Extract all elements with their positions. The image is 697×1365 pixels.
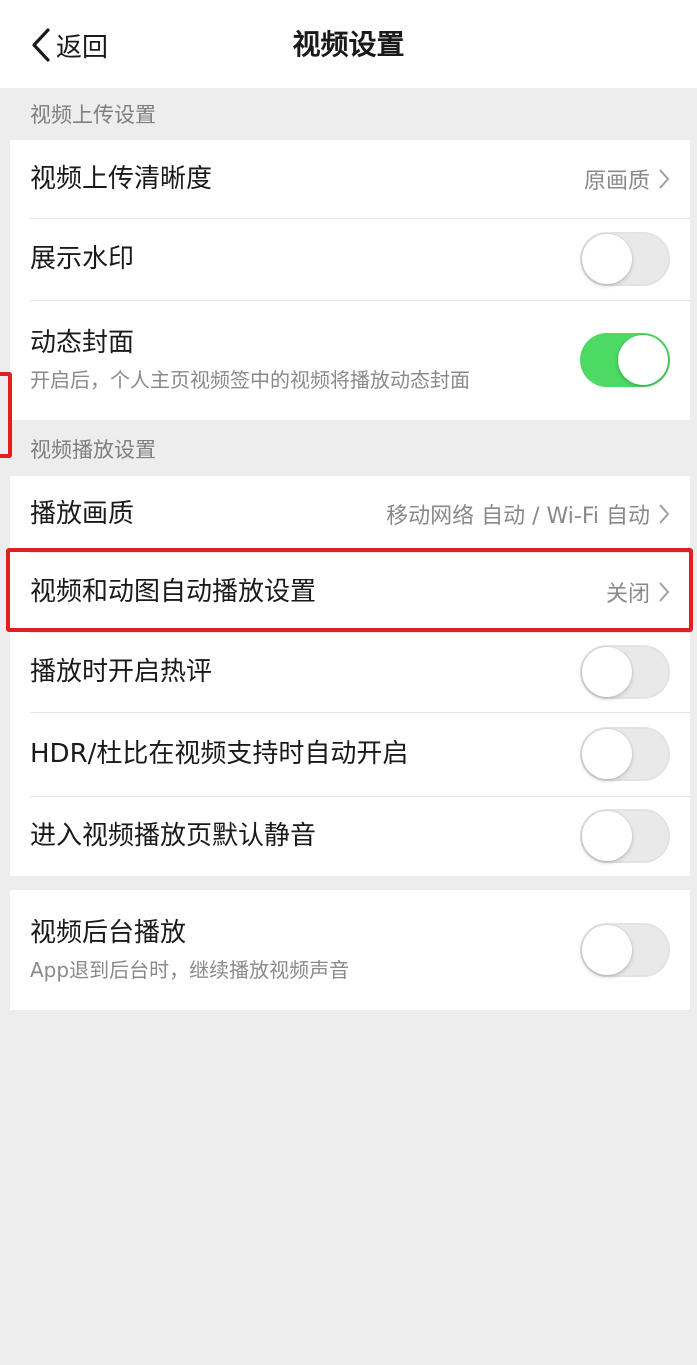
toggle-knob <box>618 335 668 385</box>
section-header-playback: 视频播放设置 <box>30 438 156 462</box>
toggle-knob <box>582 729 632 779</box>
watermark-label: 展示水印 <box>30 244 135 274</box>
hot-comments-label: 播放时开启热评 <box>30 657 213 687</box>
upload-settings-card: 视频上传清晰度 原画质 展示水印 动态封面 开启后，个人主页视频签中的视频将播放… <box>10 140 690 420</box>
background-play-toggle[interactable] <box>580 923 670 977</box>
chevron-right-icon <box>659 169 670 189</box>
autoplay-label: 视频和动图自动播放设置 <box>30 577 317 607</box>
background-play-row: 视频后台播放 App退到后台时，继续播放视频声音 <box>10 890 690 1010</box>
dynamic-cover-label: 动态封面 <box>30 328 135 358</box>
toggle-knob <box>582 647 632 697</box>
dynamic-cover-row: 动态封面 开启后，个人主页视频签中的视频将播放动态封面 <box>10 300 690 420</box>
upload-quality-value: 原画质 <box>584 163 670 195</box>
page-title: 视频设置 <box>292 28 405 61</box>
playback-settings-card: 播放画质 移动网络 自动 / Wi-Fi 自动 视频和动图自动播放设置 关闭 播… <box>10 476 690 876</box>
video-settings-page: 返回 视频设置 视频上传设置 视频上传清晰度 原画质 展示水印 动态封面 开启后… <box>0 0 697 1365</box>
section-header-upload: 视频上传设置 <box>30 103 156 127</box>
watermark-row: 展示水印 <box>10 218 690 300</box>
background-play-description: App退到后台时，继续播放视频声音 <box>30 958 350 982</box>
playback-quality-label: 播放画质 <box>30 499 135 529</box>
upload-quality-label: 视频上传清晰度 <box>30 164 213 194</box>
hdr-dolby-label: HDR/杜比在视频支持时自动开启 <box>30 739 409 769</box>
playback-quality-row[interactable]: 播放画质 移动网络 自动 / Wi-Fi 自动 <box>10 476 690 552</box>
hdr-dolby-row: HDR/杜比在视频支持时自动开启 <box>10 712 690 796</box>
watermark-toggle[interactable] <box>580 232 670 286</box>
toggle-knob <box>582 811 632 861</box>
hot-comments-row: 播放时开启热评 <box>10 632 690 712</box>
default-mute-toggle[interactable] <box>580 809 670 863</box>
dynamic-cover-description: 开启后，个人主页视频签中的视频将播放动态封面 <box>30 368 470 392</box>
chevron-right-icon <box>659 504 670 524</box>
hot-comments-toggle[interactable] <box>580 645 670 699</box>
default-mute-label: 进入视频播放页默认静音 <box>30 821 317 851</box>
autoplay-row[interactable]: 视频和动图自动播放设置 关闭 <box>10 552 690 632</box>
background-play-card: 视频后台播放 App退到后台时，继续播放视频声音 <box>10 890 690 1010</box>
playback-quality-value: 移动网络 自动 / Wi-Fi 自动 <box>386 498 670 530</box>
background-play-label: 视频后台播放 <box>30 918 187 948</box>
upload-quality-row[interactable]: 视频上传清晰度 原画质 <box>10 140 690 218</box>
dynamic-cover-toggle[interactable] <box>580 333 670 387</box>
chevron-right-icon <box>659 582 670 602</box>
toggle-knob <box>582 925 632 975</box>
hdr-dolby-toggle[interactable] <box>580 727 670 781</box>
default-mute-row: 进入视频播放页默认静音 <box>10 796 690 876</box>
autoplay-value: 关闭 <box>606 576 670 608</box>
toggle-knob <box>582 234 632 284</box>
nav-bar: 返回 视频设置 <box>0 0 697 88</box>
